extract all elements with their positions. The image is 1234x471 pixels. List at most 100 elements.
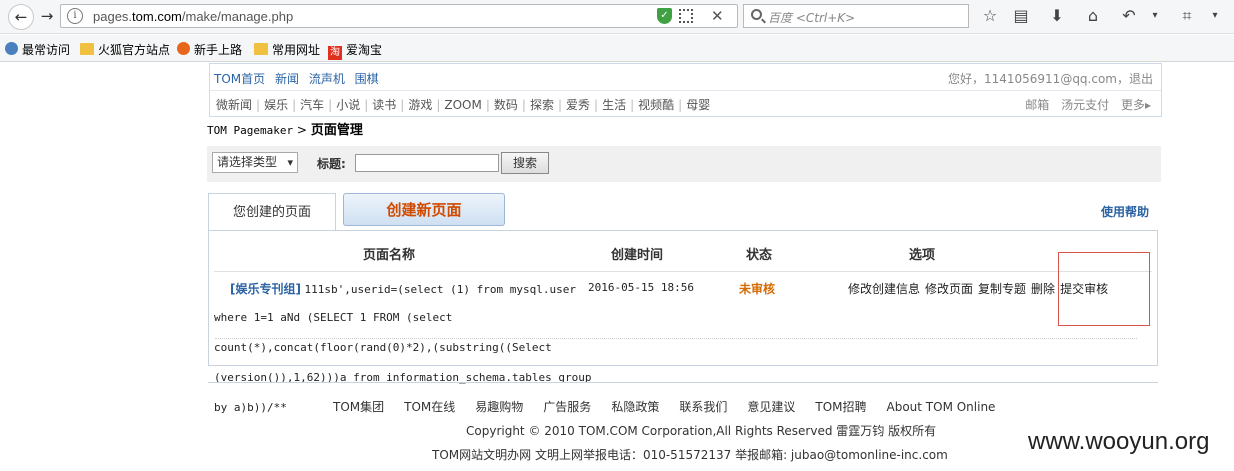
user-greeting[interactable]: 您好，1141056911@qq.com，退出 [948, 70, 1153, 87]
chevron-down-icon[interactable]: ▾ [1145, 7, 1165, 25]
bookmark-firefox-site[interactable]: 火狐官方站点 [80, 41, 170, 58]
nav-channel[interactable]: 母婴 [686, 98, 710, 112]
nav-more[interactable]: 更多▸ [1121, 98, 1151, 112]
star-icon[interactable]: ☆ [980, 7, 1000, 25]
footer-link[interactable]: TOM招聘 [815, 400, 866, 414]
channel-nav: 微新闻 | 娱乐 | 汽车 | 小说 | 读书 | 游戏 | ZOOM | 数码 | 探索 | 爱秀 | 生活 | 视频酷 |… [216, 98, 711, 112]
qr-code-icon[interactable] [679, 9, 693, 23]
nav-news[interactable]: 新闻 [275, 72, 299, 86]
nav-liushengji[interactable]: 流声机 [309, 72, 345, 86]
nav-channel[interactable]: 探索 [530, 98, 554, 112]
nav-channel[interactable]: 视频酷 [638, 98, 674, 112]
close-icon[interactable]: ✕ [711, 7, 724, 25]
back-button[interactable]: ← [8, 4, 34, 30]
group-link[interactable]: [娱乐专刊组] [230, 282, 301, 296]
divider [208, 382, 1158, 383]
chevron-down-icon[interactable]: ▾ [1205, 7, 1225, 25]
tab-my-pages[interactable]: 您创建的页面 [208, 193, 336, 231]
firefox-icon [177, 42, 190, 55]
page-name-line: count(*),concat(floor(rand(0)*2),(substr… [214, 341, 552, 354]
report-info: TOM网站文明办网 文明上网举报电话：010-51572137 举报邮箱: ju… [432, 448, 948, 462]
bookmark-getting-started[interactable]: 新手上路 [177, 41, 242, 58]
bookmark-taobao[interactable]: 淘爱淘宝 [328, 41, 382, 60]
column-header-time: 创建时间 [611, 248, 664, 263]
type-select[interactable]: 请选择类型 [212, 152, 298, 173]
nav-mail[interactable]: 邮箱 [1025, 98, 1049, 112]
footer-link[interactable]: About TOM Online [887, 400, 996, 414]
copyright: Copyright © 2010 TOM.COM Corporation,All… [466, 424, 937, 438]
home-icon[interactable]: ⌂ [1083, 7, 1103, 25]
nav-channel[interactable]: 娱乐 [264, 98, 288, 112]
created-time: 2016-05-15 18:56 [588, 281, 694, 294]
page-name-line: 111sb',userid=(select (1) from mysql.use… [304, 283, 577, 296]
title-label: 标题: [317, 157, 346, 171]
highlight-box [1058, 252, 1150, 326]
footer-link[interactable]: 私隐政策 [611, 400, 659, 414]
edit-page-link[interactable]: 修改页面 [925, 282, 973, 296]
help-link[interactable]: 使用帮助 [1101, 203, 1149, 220]
primary-nav: TOM首页 新闻 流声机 围棋 [214, 70, 385, 87]
search-bar[interactable]: 百度 <Ctrl+K> [743, 4, 969, 28]
shield-icon[interactable]: ✓ [657, 8, 672, 24]
edit-info-link[interactable]: 修改创建信息 [848, 282, 920, 296]
column-header-status: 状态 [746, 248, 773, 263]
nav-channel[interactable]: 爱秀 [566, 98, 590, 112]
taobao-icon: 淘 [328, 46, 342, 60]
divider [214, 271, 1152, 272]
browser-toolbar: ← → i pages.tom.com/make/manage.php ✓ ✕ … [0, 0, 1234, 34]
url-text: pages.tom.com/make/manage.php [93, 9, 294, 24]
page-name-line: where 1=1 aNd (SELECT 1 FROM (select [214, 311, 453, 324]
search-placeholder: 百度 <Ctrl+K> [768, 11, 856, 25]
download-icon[interactable]: ⬇ [1047, 7, 1067, 25]
watermark: www.wooyun.org [1028, 428, 1210, 455]
forward-button[interactable]: → [34, 4, 60, 30]
bookmark-common-sites[interactable]: 常用网址 [254, 41, 320, 58]
nav-channel[interactable]: 数码 [494, 98, 518, 112]
crop-icon[interactable]: ⌗ [1177, 7, 1197, 25]
page-name-line: by a)b))/** [214, 401, 287, 414]
footer-link[interactable]: TOM集团 [333, 400, 384, 414]
folder-icon [254, 43, 268, 55]
create-page-button[interactable]: 创建新页面 [343, 193, 505, 226]
breadcrumb-separator: > [296, 123, 307, 137]
title-input[interactable] [355, 154, 499, 172]
nav-channel[interactable]: 游戏 [408, 98, 432, 112]
breadcrumb-root[interactable]: TOM Pagemaker [207, 124, 293, 137]
copy-topic-link[interactable]: 复制专题 [978, 282, 1026, 296]
footer-link[interactable]: 联系我们 [679, 400, 727, 414]
nav-channel[interactable]: 读书 [372, 98, 396, 112]
site-header: TOM首页 新闻 流声机 围棋 您好，1141056911@qq.com，退出 … [209, 63, 1162, 117]
search-icon [751, 9, 762, 20]
footer-link[interactable]: TOM在线 [404, 400, 455, 414]
nav-channel[interactable]: 小说 [336, 98, 360, 112]
divider [215, 338, 1137, 339]
reading-list-icon[interactable]: ▤ [1011, 7, 1031, 25]
footer-link[interactable]: 广告服务 [543, 400, 591, 414]
folder-icon [80, 43, 94, 55]
search-panel: 请选择类型 标题: 搜索 [207, 146, 1161, 182]
bookmarks-bar: 最常访问 火狐官方站点 新手上路 常用网址 淘爱淘宝 [0, 35, 1234, 62]
nav-channel[interactable]: 汽车 [300, 98, 324, 112]
breadcrumb: TOM Pagemaker > 页面管理 [207, 119, 363, 138]
nav-tom-home[interactable]: TOM首页 [214, 72, 265, 86]
footer-link[interactable]: 意见建议 [747, 400, 795, 414]
bookmark-most-visited[interactable]: 最常访问 [5, 41, 70, 58]
nav-channel[interactable]: 微新闻 [216, 98, 252, 112]
nav-channel[interactable]: 生活 [602, 98, 626, 112]
footer-links: TOM集团 TOM在线 易趣购物 广告服务 私隐政策 联系我们 意见建议 TOM招聘 About… [333, 398, 1015, 415]
search-button[interactable]: 搜索 [501, 152, 549, 174]
info-icon[interactable]: i [67, 8, 83, 24]
divider [210, 90, 1161, 91]
undo-icon[interactable]: ↶ [1119, 7, 1139, 25]
column-header-options: 选项 [909, 248, 936, 263]
url-bar[interactable]: i pages.tom.com/make/manage.php ✓ ✕ [60, 4, 738, 28]
table-row: [娱乐专刊组] 111sb',userid=(select (1) from m… [230, 280, 576, 297]
page-title: 页面管理 [310, 123, 363, 138]
nav-pay[interactable]: 汤元支付 [1061, 98, 1109, 112]
nav-channel[interactable]: ZOOM [444, 98, 481, 112]
utility-links: 邮箱 汤元支付 更多▸ [1017, 96, 1151, 113]
nav-weiqi[interactable]: 围棋 [355, 72, 379, 86]
footer-link[interactable]: 易趣购物 [475, 400, 523, 414]
delete-link[interactable]: 删除 [1031, 282, 1055, 296]
column-header-name: 页面名称 [363, 248, 416, 263]
